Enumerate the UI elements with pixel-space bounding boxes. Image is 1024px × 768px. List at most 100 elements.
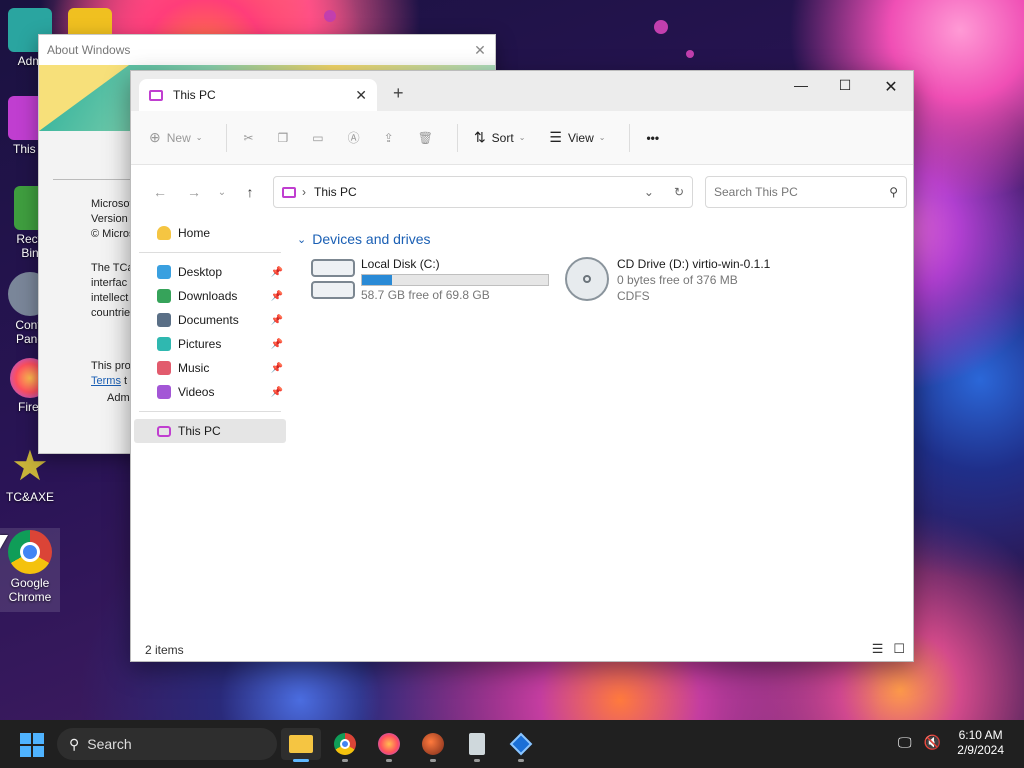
- clock-time: 6:10 AM: [958, 728, 1003, 742]
- tab-bar: This PC ✕ + — ☐ ✕: [131, 71, 913, 111]
- close-icon[interactable]: ✕: [465, 42, 495, 59]
- copy-button[interactable]: ❐: [278, 131, 289, 145]
- pin-icon[interactable]: 📌: [271, 315, 283, 326]
- breadcrumb-this-pc[interactable]: This PC: [314, 185, 357, 199]
- chevron-down-icon: ⌄: [518, 133, 526, 142]
- running-indicator: [518, 759, 524, 762]
- diamond-app-icon: [509, 732, 533, 756]
- drive-free-space: 58.7 GB free of 69.8 GB: [361, 288, 490, 302]
- search-icon: ⚲: [889, 185, 898, 199]
- sidebar-item-downloads[interactable]: Downloads 📌: [131, 284, 289, 308]
- maximize-button[interactable]: ☐: [825, 77, 865, 94]
- recycle-bin-icon: [469, 733, 485, 755]
- desktop-icon-google-chrome[interactable]: Google Chrome: [0, 528, 60, 612]
- sidebar-item-home[interactable]: Home: [131, 221, 289, 245]
- active-indicator: [293, 759, 309, 762]
- delete-button[interactable]: 🗑: [418, 131, 433, 145]
- desktop-icon-label: Google Chrome: [8, 576, 52, 604]
- drive-free-space: 0 bytes free of 376 MB: [617, 273, 738, 287]
- sidebar-item-label: Desktop: [178, 265, 223, 279]
- taskbar: ⚲ Search 🖵 🔇 6:10 AM 2/9/2024: [0, 720, 1024, 768]
- copy-icon: ❐: [277, 130, 289, 145]
- sidebar-item-this-pc[interactable]: This PC: [134, 419, 286, 443]
- sort-button[interactable]: ⇅ Sort ⌄: [474, 129, 525, 146]
- pin-icon[interactable]: 📌: [271, 339, 283, 350]
- back-button[interactable]: ←: [143, 184, 177, 200]
- sidebar-item-label: Videos: [178, 385, 215, 399]
- paste-button[interactable]: ▭: [312, 131, 323, 145]
- tab-this-pc[interactable]: This PC ✕: [139, 79, 377, 111]
- minimize-button[interactable]: —: [781, 77, 821, 93]
- forward-button[interactable]: →: [177, 184, 211, 200]
- taskbar-search[interactable]: ⚲ Search: [57, 728, 277, 760]
- taskbar-firefox[interactable]: [369, 728, 409, 762]
- taskbar-recycle-bin[interactable]: [457, 728, 497, 762]
- close-tab-icon[interactable]: ✕: [355, 87, 367, 104]
- sort-label: Sort: [491, 130, 514, 145]
- dialog-titlebar: About Windows ✕: [39, 35, 495, 65]
- version-info: Microsof Version © Micros: [91, 197, 135, 242]
- up-button[interactable]: ↑: [233, 184, 267, 200]
- close-window-button[interactable]: ✕: [871, 77, 911, 97]
- sidebar-item-videos[interactable]: Videos 📌: [131, 380, 289, 404]
- clipboard-icon: ▭: [312, 130, 324, 145]
- trademark-line: intellect: [91, 292, 129, 304]
- terms-link[interactable]: Terms: [91, 375, 121, 387]
- refresh-icon[interactable]: ↻: [674, 185, 684, 199]
- trademark-text: The TCa interfac intellect countrie: [91, 261, 134, 321]
- trademark-line: interfac: [91, 277, 128, 289]
- taskbar-chrome[interactable]: [325, 728, 365, 762]
- network-icon[interactable]: 🖵: [898, 734, 912, 751]
- taskbar-app-diamond[interactable]: [501, 728, 541, 762]
- nav-divider: [139, 411, 281, 412]
- pin-icon[interactable]: 📌: [271, 387, 283, 398]
- sidebar-item-pictures[interactable]: Pictures 📌: [131, 332, 289, 356]
- banner-shape: [39, 65, 129, 131]
- drive-name: CD Drive (D:) virtio-win-0.1.1: [617, 257, 771, 271]
- sidebar-item-label: This PC: [178, 424, 221, 438]
- pin-icon[interactable]: 📌: [271, 363, 283, 374]
- chrome-icon: [8, 530, 52, 574]
- sidebar-item-desktop[interactable]: Desktop 📌: [131, 260, 289, 284]
- address-dropdown-icon[interactable]: ⌄: [644, 185, 654, 199]
- details-view-icon[interactable]: ☰: [872, 641, 884, 657]
- monitor-icon: [157, 425, 171, 437]
- share-button[interactable]: ⇪: [384, 131, 394, 145]
- new-tab-button[interactable]: +: [393, 83, 404, 104]
- file-explorer-window: This PC ✕ + — ☐ ✕ ⊕ New ⌄ ✂ ❐ ▭ Ⓐ ⇪ 🗑 ⇅ …: [130, 70, 914, 662]
- drive-item-c[interactable]: Local Disk (C:) 58.7 GB free of 69.8 GB: [311, 257, 549, 302]
- view-label: View: [567, 130, 594, 145]
- volume-muted-icon[interactable]: 🔇: [924, 734, 941, 751]
- pin-icon[interactable]: 📌: [271, 291, 283, 302]
- clock[interactable]: 6:10 AM 2/9/2024: [957, 728, 1004, 758]
- rename-button[interactable]: Ⓐ: [348, 129, 360, 146]
- address-bar[interactable]: › This PC ⌄ ↻: [273, 176, 693, 208]
- group-header-devices[interactable]: ⌄ Devices and drives: [297, 231, 431, 247]
- command-bar: ⊕ New ⌄ ✂ ❐ ▭ Ⓐ ⇪ 🗑 ⇅ Sort ⌄ ☰ View ⌄ ••…: [131, 111, 913, 165]
- tiles-view-icon[interactable]: ☐: [893, 641, 905, 657]
- sidebar-item-label: Downloads: [178, 289, 238, 303]
- monitor-icon: [149, 89, 163, 101]
- plus-circle-icon: ⊕: [149, 129, 161, 145]
- drive-filesystem: CDFS: [617, 289, 650, 303]
- taskbar-app-globe[interactable]: [413, 728, 453, 762]
- sidebar-item-music[interactable]: Music 📌: [131, 356, 289, 380]
- drive-usage-fill: [362, 275, 392, 285]
- cut-button[interactable]: ✂: [243, 131, 253, 145]
- license-line: This pro: [91, 360, 131, 372]
- pin-icon[interactable]: 📌: [271, 267, 283, 278]
- taskbar-file-explorer[interactable]: [281, 728, 321, 762]
- more-options-button[interactable]: •••: [646, 131, 659, 145]
- address-row: ← → ⌄ ↑ › This PC ⌄ ↻ Search This PC ⚲: [131, 165, 913, 219]
- version-line: Version: [91, 213, 128, 225]
- start-button[interactable]: [20, 733, 44, 757]
- search-input[interactable]: Search This PC ⚲: [705, 176, 907, 208]
- view-button[interactable]: ☰ View ⌄: [549, 129, 605, 146]
- recent-locations-button[interactable]: ⌄: [211, 187, 233, 198]
- drive-item-d[interactable]: CD Drive (D:) virtio-win-0.1.1 0 bytes f…: [565, 257, 770, 303]
- sidebar-item-documents[interactable]: Documents 📌: [131, 308, 289, 332]
- new-label: New: [166, 130, 191, 145]
- version-line: Microsof: [91, 198, 133, 210]
- new-button[interactable]: ⊕ New ⌄: [149, 129, 202, 146]
- chevron-down-icon: ⌄: [598, 133, 606, 142]
